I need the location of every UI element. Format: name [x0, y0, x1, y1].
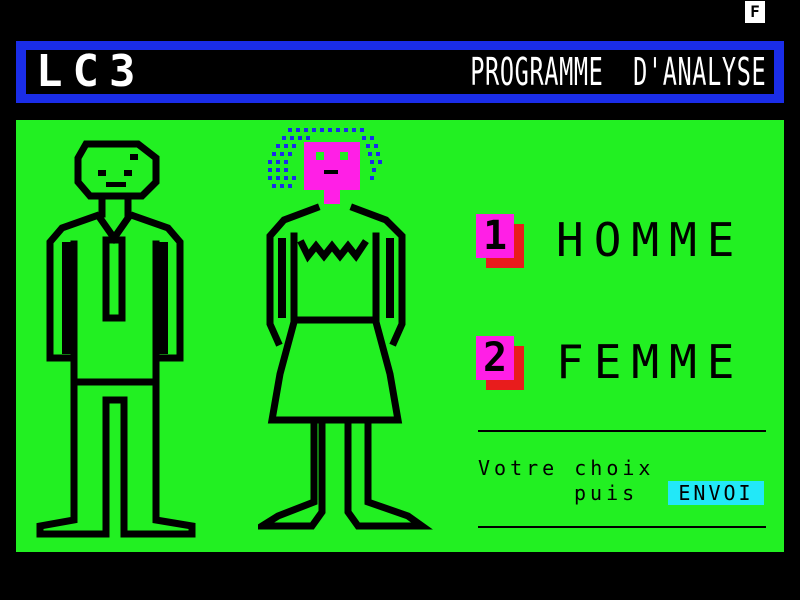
option-femme[interactable]: 2 FEMME	[476, 336, 766, 392]
option-label-femme: FEMME	[556, 335, 745, 389]
man-figure	[36, 140, 196, 538]
option-label-homme: HOMME	[556, 213, 745, 267]
brand-logo: LC3	[36, 46, 146, 97]
divider	[478, 430, 766, 432]
page-title: PROGRAMME D'ANALYSE	[470, 50, 767, 94]
option-homme[interactable]: 1 HOMME	[476, 214, 766, 270]
divider	[478, 526, 766, 528]
option-key-1: 1	[476, 214, 514, 258]
option-key-2: 2	[476, 336, 514, 380]
status-indicator: F	[745, 1, 765, 23]
prompt-text: Votre choix	[478, 456, 655, 480]
woman-figure	[258, 128, 433, 530]
envoi-button[interactable]: ENVOI	[668, 481, 764, 505]
